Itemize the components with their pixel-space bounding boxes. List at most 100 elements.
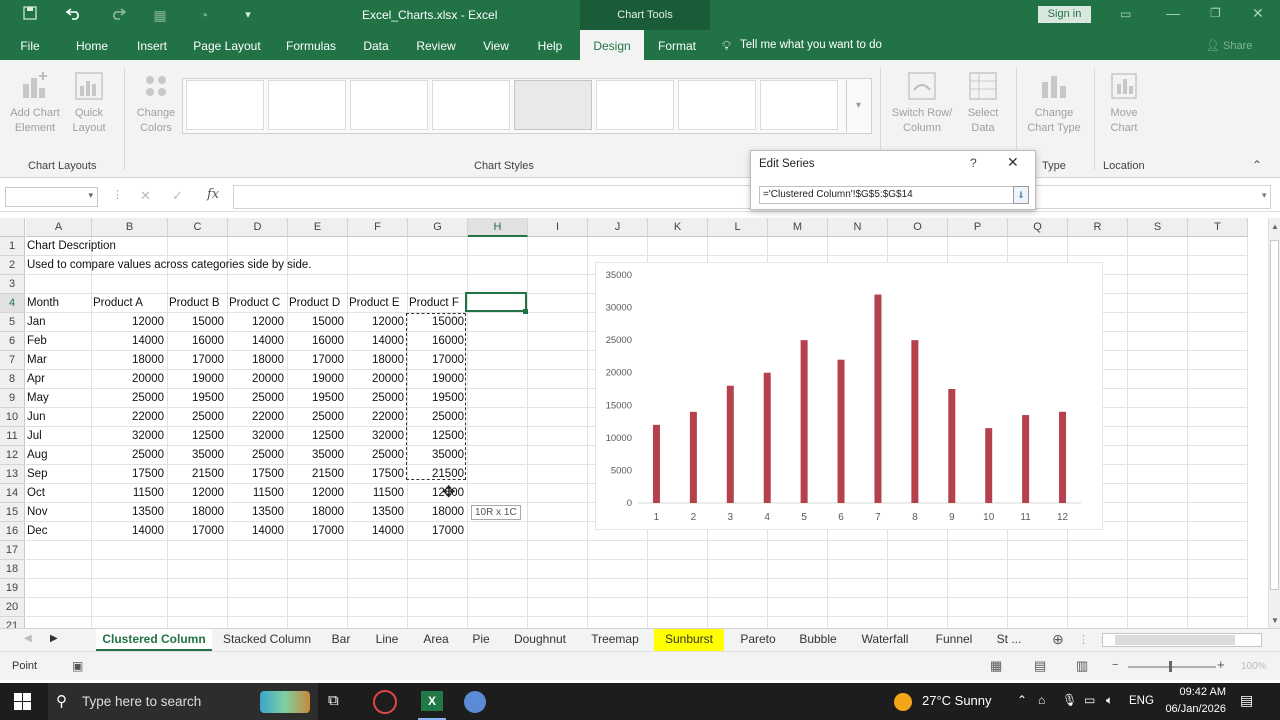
column-header-d[interactable]: D xyxy=(228,218,288,237)
data-cell[interactable]: 21500 xyxy=(168,465,228,484)
switch-row-column-button[interactable]: Switch Row/ Column xyxy=(888,70,956,136)
data-cell[interactable]: 16000 xyxy=(168,332,228,351)
chart-qat-icon[interactable]: ◔ xyxy=(194,6,214,24)
chart-bar[interactable] xyxy=(800,340,808,503)
chart-bar[interactable] xyxy=(689,411,697,503)
redo-icon[interactable] xyxy=(108,6,128,24)
column-header-p[interactable]: P xyxy=(948,218,1008,237)
tray-display-icon[interactable]: ▭ xyxy=(1084,693,1095,707)
data-cell[interactable]: 11500 xyxy=(92,484,168,503)
data-cell[interactable]: 32000 xyxy=(92,427,168,446)
row-header-4[interactable]: 4 xyxy=(0,294,25,313)
data-cell[interactable]: 25000 xyxy=(228,389,288,408)
scroll-down-icon[interactable]: ▼ xyxy=(1271,616,1279,625)
row-header-13[interactable]: 13 xyxy=(0,465,25,484)
chart-bar[interactable] xyxy=(911,340,919,503)
column-header-q[interactable]: Q xyxy=(1008,218,1068,237)
sheet-bar-splitter[interactable]: ⋮ xyxy=(1078,633,1089,646)
series-reference-input[interactable]: ='Clustered Column'!$G$5:$G$14 xyxy=(759,186,1015,204)
data-cell[interactable]: 25000 xyxy=(228,446,288,465)
data-cell[interactable]: 25000 xyxy=(92,389,168,408)
tab-help[interactable]: Help xyxy=(530,30,570,60)
select-all-corner[interactable] xyxy=(0,218,25,237)
task-view-icon[interactable]: ⧉ xyxy=(328,692,339,709)
name-box-dropdown-icon[interactable]: ▾ xyxy=(88,190,93,201)
clock-date[interactable]: 06/Jan/2026 xyxy=(1154,703,1226,715)
header-cell[interactable]: Product C xyxy=(229,294,289,313)
sheet-tab[interactable]: Treemap xyxy=(582,629,648,651)
column-header-b[interactable]: B xyxy=(92,218,168,237)
change-colors-button[interactable]: Change Colors xyxy=(130,70,182,136)
data-cell[interactable]: 21500 xyxy=(288,465,348,484)
row-header-12[interactable]: 12 xyxy=(0,446,25,465)
row-header-9[interactable]: 9 xyxy=(0,389,25,408)
tab-insert[interactable]: Insert xyxy=(130,30,174,60)
row-header-2[interactable]: 2 xyxy=(0,256,25,275)
chart-style-3[interactable] xyxy=(350,80,428,130)
data-cell[interactable]: 22000 xyxy=(92,408,168,427)
data-cell[interactable]: Apr xyxy=(27,370,93,389)
sheet-tab[interactable]: Bar xyxy=(322,629,360,651)
data-cell[interactable]: Jun xyxy=(27,408,93,427)
column-header-g[interactable]: G xyxy=(408,218,468,237)
gallery-more-icon[interactable]: ▾ xyxy=(846,80,870,132)
speaker-muted-icon[interactable]: 🔈︎ xyxy=(1106,693,1113,708)
chart-style-6[interactable] xyxy=(596,80,674,130)
data-cell[interactable]: 16000 xyxy=(288,332,348,351)
chart-style-1[interactable] xyxy=(186,80,264,130)
chart-style-8[interactable] xyxy=(760,80,838,130)
new-sheet-icon[interactable]: ⊕ xyxy=(1052,631,1064,648)
h-scroll-thumb[interactable] xyxy=(1115,635,1235,645)
data-cell[interactable]: 14000 xyxy=(348,522,408,541)
share-button[interactable]: 👤︎ Share xyxy=(1206,39,1252,52)
data-cell[interactable]: 12000 xyxy=(408,484,468,503)
data-cell[interactable]: 19500 xyxy=(288,389,348,408)
row-header-19[interactable]: 19 xyxy=(0,579,25,598)
taskbar-search-box[interactable]: ⚲ Type here to search xyxy=(48,683,318,720)
data-cell[interactable]: 18000 xyxy=(92,351,168,370)
data-cell[interactable]: 14000 xyxy=(348,332,408,351)
chart-style-2[interactable] xyxy=(268,80,346,130)
windows-start-icon[interactable] xyxy=(14,693,31,713)
data-cell[interactable]: 22000 xyxy=(228,408,288,427)
dialog-close-button[interactable]: ✕ xyxy=(1007,154,1019,171)
tab-data[interactable]: Data xyxy=(356,30,396,60)
data-cell[interactable]: 13500 xyxy=(92,503,168,522)
add-chart-element-button[interactable]: Add Chart Element xyxy=(6,70,64,136)
data-cell[interactable]: Jan xyxy=(27,313,93,332)
cell-a1[interactable]: Chart Description xyxy=(27,237,116,256)
sheet-tab[interactable]: Funnel xyxy=(926,629,982,651)
sheet-tab[interactable]: Clustered Column xyxy=(96,629,212,651)
collapse-ribbon-icon[interactable]: ⌃ xyxy=(1252,158,1262,172)
sheet-tab[interactable]: St ... xyxy=(988,629,1030,651)
prev-sheet-icon[interactable]: ◀ xyxy=(24,633,32,644)
sheet-tab[interactable]: Line xyxy=(366,629,408,651)
column-header-m[interactable]: M xyxy=(768,218,828,237)
column-header-r[interactable]: R xyxy=(1068,218,1128,237)
data-cell[interactable]: Mar xyxy=(27,351,93,370)
sheet-tab[interactable]: Area xyxy=(414,629,458,651)
macro-record-icon[interactable]: ▣ xyxy=(72,659,83,673)
data-cell[interactable]: 12000 xyxy=(92,313,168,332)
row-header-3[interactable]: 3 xyxy=(0,275,25,294)
header-cell[interactable]: Month xyxy=(27,294,93,313)
data-cell[interactable]: 18000 xyxy=(168,503,228,522)
row-header-8[interactable]: 8 xyxy=(0,370,25,389)
data-cell[interactable]: 19000 xyxy=(288,370,348,389)
tab-home[interactable]: Home xyxy=(70,30,114,60)
page-layout-view-icon[interactable]: ▤ xyxy=(1034,658,1046,674)
header-cell[interactable]: Product E xyxy=(349,294,409,313)
column-header-c[interactable]: C xyxy=(168,218,228,237)
row-header-6[interactable]: 6 xyxy=(0,332,25,351)
data-cell[interactable]: May xyxy=(27,389,93,408)
normal-view-icon[interactable]: ▦ xyxy=(990,658,1002,674)
data-cell[interactable]: 20000 xyxy=(228,370,288,389)
data-cell[interactable]: 12000 xyxy=(228,313,288,332)
data-cell[interactable]: 18000 xyxy=(288,503,348,522)
data-cell[interactable]: 25000 xyxy=(92,446,168,465)
excel-taskbar-active[interactable]: X xyxy=(418,683,446,720)
data-cell[interactable]: Aug xyxy=(27,446,93,465)
row-header-15[interactable]: 15 xyxy=(0,503,25,522)
data-cell[interactable]: 14000 xyxy=(228,332,288,351)
tell-me-search[interactable]: Tell me what you want to do xyxy=(740,39,882,51)
